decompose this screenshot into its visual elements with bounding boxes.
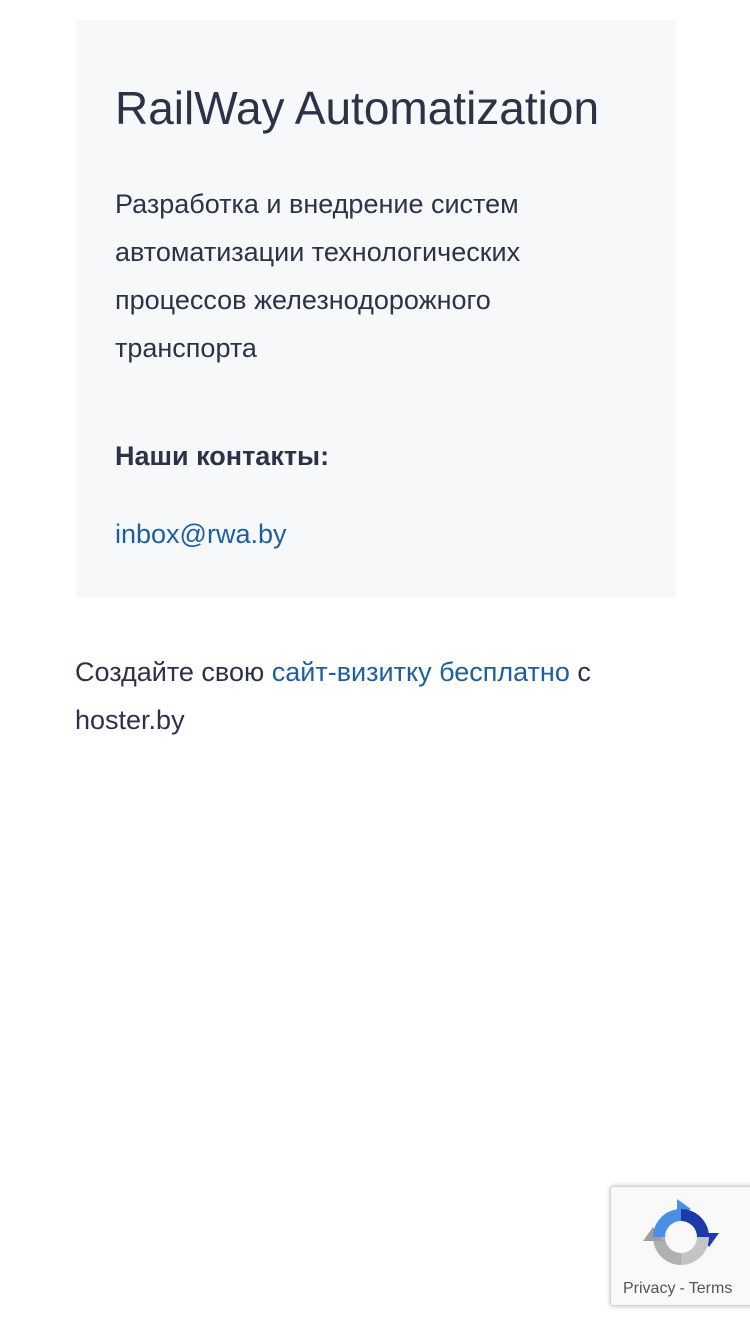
recaptcha-badge[interactable]: Privacy - Terms	[610, 1186, 750, 1306]
recaptcha-privacy-link[interactable]: Privacy	[623, 1280, 675, 1297]
email-link[interactable]: inbox@rwa.by	[115, 510, 286, 558]
page-title: RailWay Automatization	[115, 82, 600, 134]
promo-prefix: Создайте свою	[75, 657, 272, 687]
recaptcha-icon	[643, 1199, 719, 1265]
contacts-heading: Наши контакты:	[115, 441, 330, 471]
info-card: RailWay Automatization Разработка и внед…	[76, 20, 676, 598]
recaptcha-separator: -	[679, 1280, 685, 1297]
promo-link[interactable]: сайт-визитку бесплатно	[272, 657, 570, 687]
recaptcha-links: Privacy - Terms	[623, 1279, 732, 1299]
page: RailWay Automatization Разработка и внед…	[0, 0, 750, 1334]
recaptcha-terms-link[interactable]: Terms	[689, 1280, 733, 1297]
company-description: Разработка и внедрение систем автоматиза…	[115, 189, 521, 363]
promo-text: Создайте свою сайт-визитку бесплатно с h…	[75, 648, 635, 744]
